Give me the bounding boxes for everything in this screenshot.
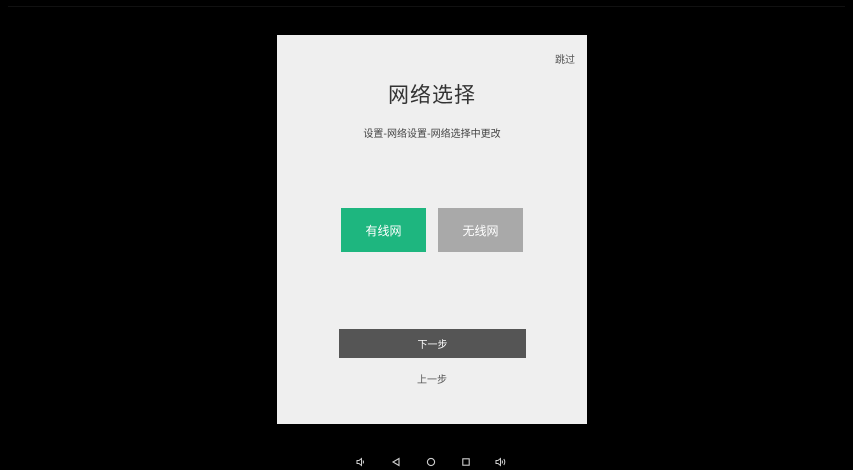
top-divider	[8, 6, 845, 7]
dialog-subtitle: 设置-网络设置-网络选择中更改	[363, 129, 501, 140]
network-select-dialog: 跳过 网络选择 设置-网络设置-网络选择中更改 有线网 无线网 下一步 上一步	[277, 35, 587, 424]
wired-network-button[interactable]: 有线网	[341, 208, 426, 252]
next-step-button[interactable]: 下一步	[339, 329, 526, 358]
dialog-title: 网络选择	[388, 83, 476, 107]
system-navbar	[0, 454, 853, 470]
recent-apps-button[interactable]	[458, 454, 474, 470]
back-button[interactable]	[388, 454, 404, 470]
home-circle-icon	[426, 457, 436, 467]
recent-apps-square-icon	[462, 458, 470, 466]
skip-link[interactable]: 跳过	[555, 51, 575, 66]
wireless-network-label: 无线网	[462, 223, 499, 238]
volume-down-icon	[356, 457, 364, 467]
home-button[interactable]	[423, 454, 439, 470]
wired-network-label: 有线网	[365, 223, 402, 238]
next-step-label: 下一步	[417, 340, 448, 351]
back-triangle-icon	[391, 457, 400, 467]
volume-down-button[interactable]	[353, 454, 369, 470]
volume-up-button[interactable]	[493, 454, 509, 470]
volume-up-icon	[495, 457, 506, 467]
screen: 跳过 网络选择 设置-网络设置-网络选择中更改 有线网 无线网 下一步 上一步	[0, 0, 853, 470]
previous-step-link[interactable]: 上一步	[277, 371, 587, 386]
wireless-network-button[interactable]: 无线网	[438, 208, 523, 252]
